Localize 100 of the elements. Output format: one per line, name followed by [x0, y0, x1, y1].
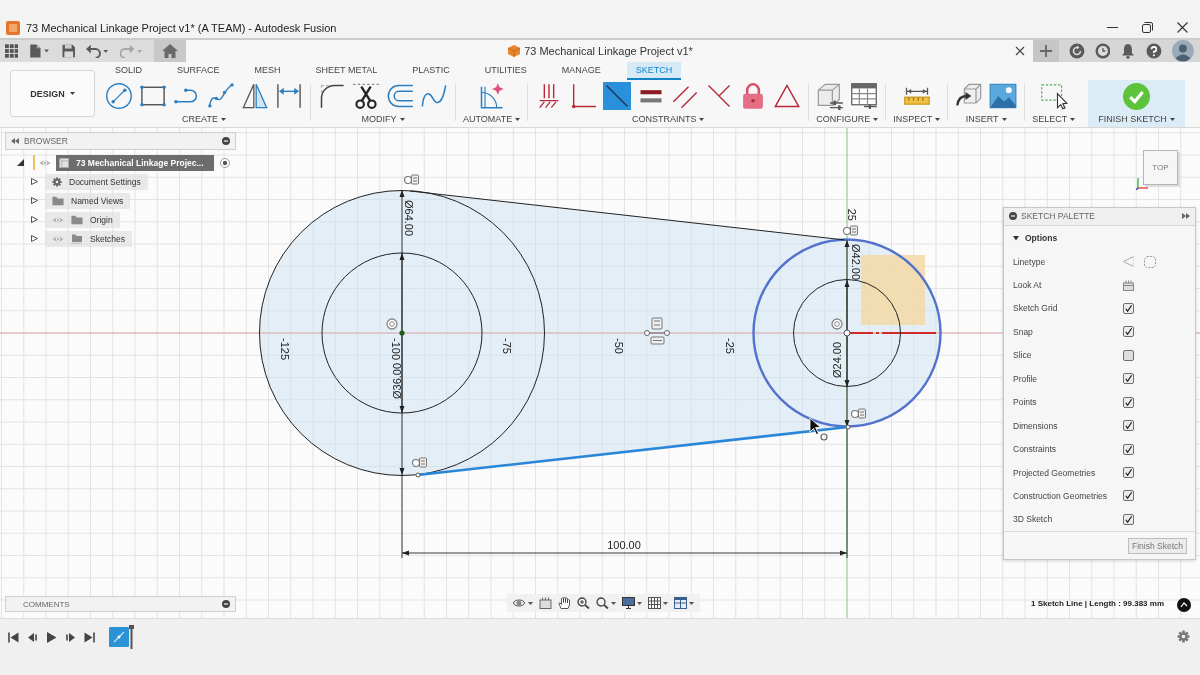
view-cube[interactable]: TOP: [1143, 150, 1178, 185]
workspace-dropdown[interactable]: DESIGN: [10, 70, 95, 117]
cube-sliders-icon[interactable]: [816, 82, 845, 110]
scissors-icon[interactable]: [352, 82, 380, 110]
checkbox[interactable]: [1123, 467, 1134, 479]
save-icon[interactable]: [61, 44, 76, 58]
circle-icon[interactable]: [105, 82, 133, 110]
undo-icon[interactable]: [86, 44, 110, 58]
skip-end-icon[interactable]: [84, 631, 95, 643]
workspace-tab[interactable]: MESH: [245, 62, 290, 80]
clock-icon[interactable]: [1094, 43, 1111, 59]
checkbox[interactable]: [1123, 349, 1134, 361]
caret-icon: [399, 117, 405, 121]
diagonal-line-icon[interactable]: [603, 82, 632, 110]
settings-icon[interactable]: [1177, 630, 1190, 643]
checkbox[interactable]: [1123, 303, 1134, 314]
triangle-icon[interactable]: [773, 82, 802, 110]
home-button[interactable]: [154, 40, 186, 62]
selection-highlight: [861, 255, 925, 325]
toolbar-menu-button[interactable]: INSERT: [965, 112, 1007, 126]
double-arrow-icon[interactable]: [1182, 213, 1190, 220]
workspace-tab[interactable]: PLASTIC: [403, 62, 459, 80]
fillet-icon[interactable]: [318, 82, 346, 110]
grid-icon[interactable]: [648, 597, 668, 609]
zoom-window-icon[interactable]: [596, 597, 616, 609]
checkbox[interactable]: [1123, 513, 1134, 525]
tree-toggle-icon[interactable]: [31, 235, 38, 242]
table-icon[interactable]: [850, 82, 879, 110]
orbit-icon[interactable]: [513, 597, 533, 609]
pan-hand-icon[interactable]: [558, 597, 571, 609]
toolbar-menu-button[interactable]: CREATE: [182, 112, 226, 126]
finish-sketch-button[interactable]: Finish Sketch: [1127, 537, 1187, 554]
view-box-icon[interactable]: [539, 597, 552, 609]
tree-item-label: Document Settings: [69, 176, 141, 187]
checkbox[interactable]: [1123, 396, 1134, 408]
section-toggle-icon[interactable]: [1013, 234, 1019, 241]
workspace-tab[interactable]: SOLID: [106, 62, 151, 80]
dimension-icon[interactable]: [275, 82, 303, 110]
tree-toggle-icon[interactable]: [31, 197, 38, 204]
toolbar-menu-button[interactable]: CONSTRAINTS: [631, 112, 705, 126]
dot-icon[interactable]: [222, 600, 230, 608]
play-icon[interactable]: [46, 631, 57, 643]
corner-icon[interactable]: [569, 82, 598, 110]
step-forward-icon[interactable]: [65, 631, 76, 643]
selection-box-icon[interactable]: [1039, 82, 1068, 110]
help-icon[interactable]: [1146, 43, 1163, 59]
caret-icon: [69, 92, 75, 95]
checkbox[interactable]: [1123, 373, 1134, 385]
step-back-icon[interactable]: [27, 631, 38, 643]
toolbar-menu-button[interactable]: INSPECT: [893, 112, 941, 126]
workspace-tab[interactable]: MANAGE: [552, 62, 610, 80]
caret-icon: [699, 117, 705, 121]
section-title[interactable]: Options: [1025, 232, 1058, 243]
checkbox[interactable]: [1123, 326, 1134, 338]
dashed-outline-icon[interactable]: [1144, 255, 1156, 268]
option-label: Snap: [1013, 326, 1034, 337]
toolbar-menu-button[interactable]: MODIFY: [361, 112, 405, 126]
toolbar-menu-button[interactable]: FINISH SKETCH: [1098, 112, 1175, 126]
toolbar-menu-button[interactable]: SELECT: [1032, 112, 1076, 126]
image-icon[interactable]: [989, 82, 1018, 110]
toolbar-menu-button[interactable]: AUTOMATE: [463, 112, 521, 126]
avatar-icon[interactable]: [1172, 40, 1194, 62]
checkbox[interactable]: [1123, 443, 1134, 455]
zoom-icon[interactable]: [577, 597, 590, 609]
restore-icon[interactable]: [1142, 22, 1153, 33]
workspace-tab[interactable]: SKETCH: [626, 62, 682, 80]
checkmark-icon[interactable]: [1122, 82, 1150, 110]
status-text: 1 Sketch Line | Length : 99.383 mm: [1031, 599, 1164, 608]
tree-toggle-icon[interactable]: [31, 178, 38, 185]
circle-badge-icon[interactable]: [1177, 598, 1191, 612]
file-icon[interactable]: [29, 44, 51, 58]
caret-icon: [1070, 117, 1076, 121]
display-monitor-icon[interactable]: [622, 597, 642, 609]
double-arrow-icon[interactable]: [11, 138, 19, 144]
tree-toggle-icon[interactable]: [17, 159, 24, 166]
caret-icon: [1001, 117, 1007, 121]
apps-grid-icon[interactable]: [5, 44, 19, 58]
checkbox[interactable]: [1123, 420, 1134, 432]
close-icon[interactable]: [1177, 22, 1188, 33]
workspace-tab[interactable]: UTILITIES: [475, 62, 536, 80]
dot-icon[interactable]: [222, 137, 230, 145]
tree-toggle-icon[interactable]: [31, 216, 38, 223]
document-tab-title[interactable]: 73 Mechanical Linkage Project v1*: [524, 45, 693, 57]
skip-start-icon[interactable]: [8, 631, 19, 643]
spline-icon[interactable]: [207, 82, 235, 110]
toolbar-menu-button[interactable]: CONFIGURE: [816, 112, 879, 126]
curve-icon[interactable]: [420, 82, 448, 110]
viewports-icon[interactable]: [674, 597, 694, 609]
radio-icon[interactable]: [220, 157, 230, 168]
checkbox[interactable]: [1123, 490, 1134, 502]
close-tab-icon[interactable]: [1015, 46, 1025, 56]
mirror-icon[interactable]: [241, 82, 269, 110]
new-tab-button[interactable]: [1033, 40, 1059, 62]
sketch-point: [845, 424, 851, 430]
view-box-icon[interactable]: [1123, 279, 1134, 291]
workspace-tab[interactable]: SURFACE: [168, 62, 229, 80]
offset-icon[interactable]: [386, 82, 414, 110]
workspace-tab[interactable]: SHEET METAL: [306, 62, 387, 80]
timeline-marker-icon[interactable]: [129, 625, 134, 649]
dot-icon[interactable]: [1009, 212, 1017, 221]
